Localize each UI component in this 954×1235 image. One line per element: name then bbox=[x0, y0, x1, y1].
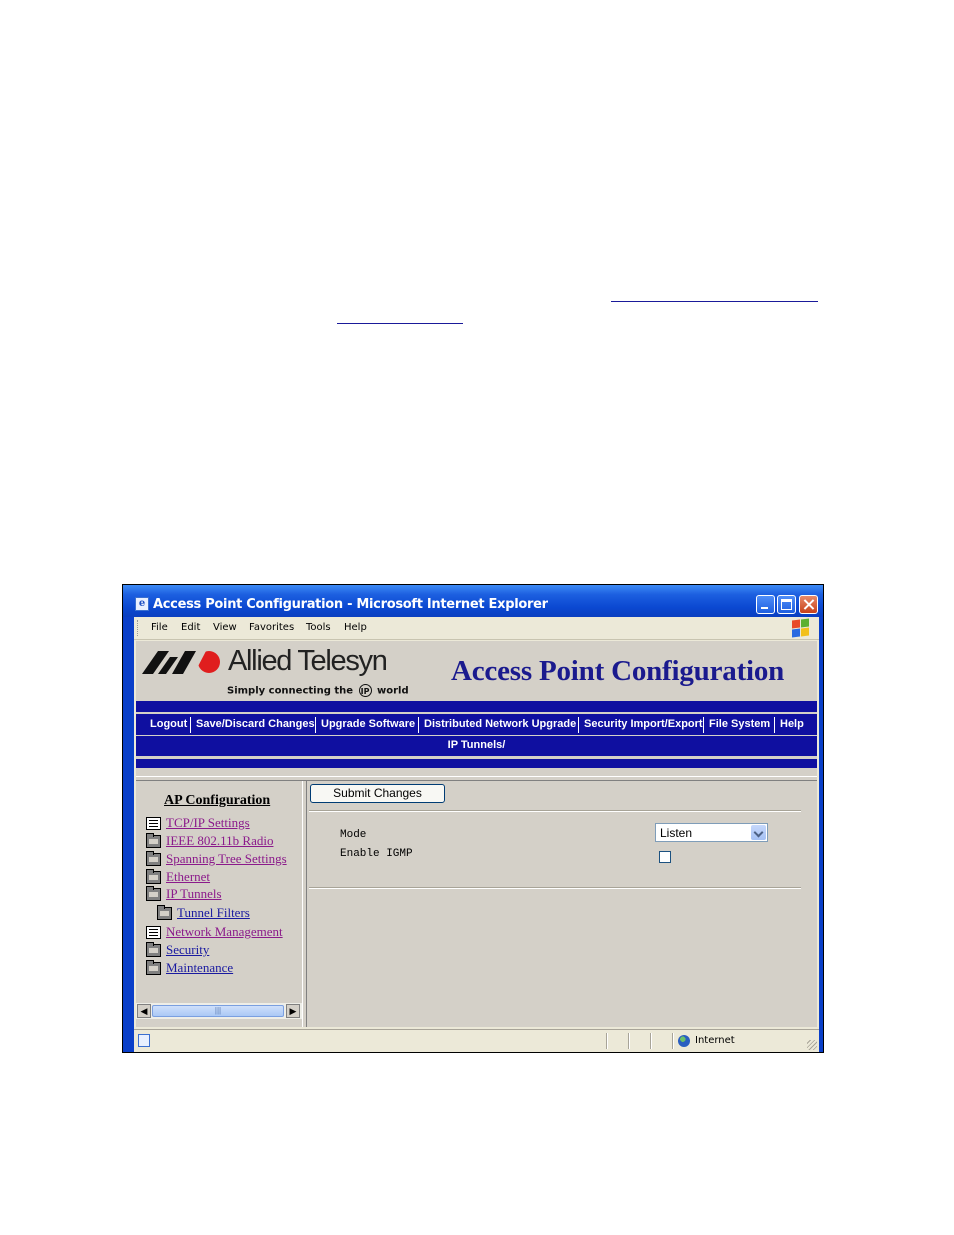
nav-save-discard[interactable]: Save/Discard Changes bbox=[196, 718, 315, 730]
menu-grip[interactable] bbox=[137, 620, 140, 636]
page-icon bbox=[138, 1034, 150, 1047]
scroll-thumb[interactable]: ||| bbox=[152, 1005, 284, 1017]
folder-open-icon bbox=[146, 886, 161, 901]
maximize-button[interactable] bbox=[777, 595, 796, 614]
document-icon bbox=[146, 817, 161, 830]
tree-item-label[interactable]: Network Management bbox=[166, 924, 283, 940]
nav-help[interactable]: Help bbox=[780, 718, 804, 730]
menu-bar: File Edit View Favorites Tools Help bbox=[134, 617, 819, 640]
folder-icon bbox=[146, 942, 161, 957]
menu-favorites[interactable]: Favorites bbox=[249, 622, 294, 633]
document-icon bbox=[146, 926, 161, 939]
menu-file[interactable]: File bbox=[151, 622, 168, 633]
close-button[interactable] bbox=[799, 595, 818, 614]
tree-title: AP Configuration bbox=[164, 793, 271, 808]
menu-tools[interactable]: Tools bbox=[306, 622, 331, 633]
config-panel: Submit Changes Mode Listen Enable IGMP bbox=[307, 781, 817, 1027]
chevron-down-icon[interactable] bbox=[751, 825, 766, 840]
tree-horizontal-scrollbar[interactable]: ◀ ||| ▶ bbox=[136, 1003, 302, 1019]
menu-edit[interactable]: Edit bbox=[181, 622, 200, 633]
mode-label: Mode bbox=[340, 829, 367, 841]
scroll-left-icon[interactable]: ◀ bbox=[137, 1004, 151, 1018]
mode-select[interactable]: Listen bbox=[655, 823, 768, 842]
tree-item-label[interactable]: Security bbox=[166, 942, 209, 958]
tree-item-label[interactable]: Tunnel Filters bbox=[177, 905, 250, 921]
browser-window: e Access Point Configuration - Microsoft… bbox=[122, 584, 824, 1053]
nav-distributed-upgrade[interactable]: Distributed Network Upgrade bbox=[424, 718, 576, 730]
minimize-button[interactable] bbox=[756, 595, 775, 614]
divider bbox=[309, 887, 801, 889]
tree-item-label[interactable]: Maintenance bbox=[166, 960, 233, 976]
brand-tagline: Simply connecting the IP world bbox=[227, 684, 409, 697]
resize-grip-icon[interactable] bbox=[807, 1040, 817, 1050]
windows-logo-icon bbox=[792, 618, 810, 638]
page-header: Allied Telesyn Simply connecting the IP … bbox=[136, 641, 817, 701]
breadcrumb: IP Tunnels/ bbox=[447, 739, 506, 751]
nav-file-system[interactable]: File System bbox=[709, 718, 770, 730]
tree-item-label[interactable]: IEEE 802.11b Radio bbox=[166, 833, 273, 849]
nav-security-import-export[interactable]: Security Import/Export bbox=[584, 718, 703, 730]
tree-item-label[interactable]: Ethernet bbox=[166, 869, 210, 885]
brand-name: Allied Telesyn bbox=[228, 645, 388, 677]
internet-zone-icon bbox=[678, 1035, 690, 1047]
tree-panel: AP Configuration TCP/IP Settings IEEE 80… bbox=[136, 781, 302, 1027]
folder-icon bbox=[157, 905, 172, 920]
security-zone: Internet bbox=[695, 1035, 735, 1046]
igmp-label: Enable IGMP bbox=[340, 848, 413, 860]
nav-upgrade-software[interactable]: Upgrade Software bbox=[321, 718, 415, 730]
folder-icon bbox=[146, 851, 161, 866]
mode-select-value: Listen bbox=[660, 826, 693, 840]
ie-icon: e bbox=[135, 597, 149, 611]
browser-frame: File Edit View Favorites Tools Help Alli… bbox=[134, 617, 819, 1052]
document-hyperlink-underline[interactable] bbox=[337, 323, 463, 324]
enable-igmp-checkbox[interactable] bbox=[659, 851, 671, 863]
allied-telesyn-logo-icon bbox=[142, 651, 220, 674]
submit-changes-button[interactable]: Submit Changes bbox=[310, 784, 445, 803]
folder-icon bbox=[146, 869, 161, 884]
status-bar: Internet bbox=[134, 1029, 819, 1052]
menu-view[interactable]: View bbox=[213, 622, 237, 633]
document-hyperlink-underline[interactable] bbox=[611, 301, 818, 302]
divider bbox=[309, 810, 801, 812]
menu-help[interactable]: Help bbox=[344, 622, 367, 633]
app-title: Access Point Configuration bbox=[451, 655, 785, 687]
folder-icon bbox=[146, 960, 161, 975]
tree-item-label[interactable]: Spanning Tree Settings bbox=[166, 851, 287, 867]
page-content: Allied Telesyn Simply connecting the IP … bbox=[136, 641, 817, 1027]
scroll-right-icon[interactable]: ▶ bbox=[286, 1004, 300, 1018]
title-bar[interactable]: e Access Point Configuration - Microsoft… bbox=[123, 585, 823, 617]
tree-item-label[interactable]: TCP/IP Settings bbox=[166, 815, 250, 831]
tree-item-label[interactable]: IP Tunnels bbox=[166, 886, 222, 902]
window-title: Access Point Configuration - Microsoft I… bbox=[153, 597, 548, 612]
ip-badge: IP bbox=[358, 684, 372, 697]
folder-icon bbox=[146, 833, 161, 848]
nav-logout[interactable]: Logout bbox=[150, 718, 187, 730]
nav-bar: Logout Save/Discard Changes Upgrade Soft… bbox=[136, 701, 817, 768]
